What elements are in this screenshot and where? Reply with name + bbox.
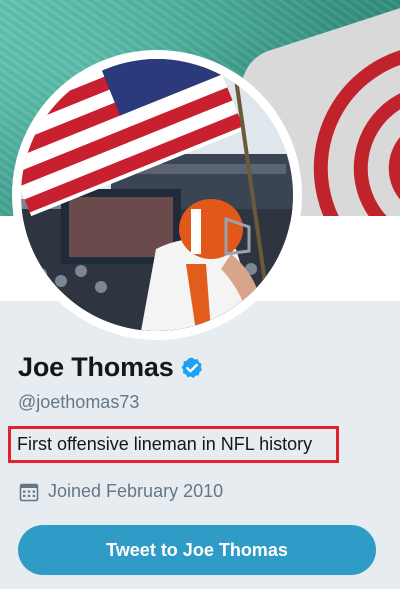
verified-badge-icon xyxy=(181,357,202,378)
calendar-icon xyxy=(19,483,39,501)
avatar-photo xyxy=(21,59,293,331)
tweet-to-button[interactable]: Tweet to Joe Thomas xyxy=(18,525,376,575)
joined-date-row: Joined February 2010 xyxy=(19,481,223,502)
bio-highlight-box: First offensive lineman in NFL history xyxy=(8,426,339,463)
joined-date: Joined February 2010 xyxy=(48,481,224,501)
profile-name: Joe Thomas xyxy=(18,352,174,382)
avatar[interactable] xyxy=(12,50,302,340)
profile-name-row: Joe Thomas xyxy=(18,352,204,383)
profile-handle[interactable]: @joethomas73 xyxy=(18,392,139,413)
profile-bio: First offensive lineman in NFL history xyxy=(17,434,313,454)
